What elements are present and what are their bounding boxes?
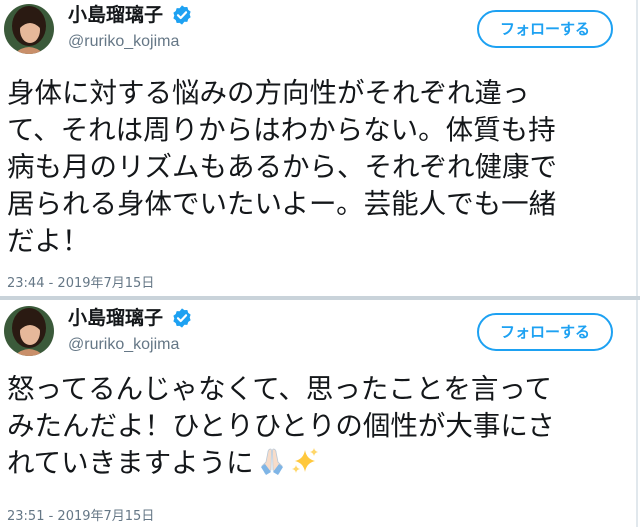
tweet-screenshot: 小島瑠璃子 @ruriko_kojima フォローする 身体に対する悩みの方向性… — [0, 0, 640, 527]
avatar[interactable] — [4, 4, 54, 54]
tweet-text-line: 病も月のリズムもあるから、それぞれ健康で — [7, 151, 557, 183]
verified-badge-icon — [171, 307, 193, 329]
tweet-text-line: て、それは周りからはわからない。体質も持 — [7, 114, 556, 146]
user-info: 小島瑠璃子 @ruriko_kojima — [68, 306, 193, 355]
folded-hands-icon — [257, 446, 287, 476]
follow-button[interactable]: フォローする — [477, 313, 613, 351]
tweet-text-line: みたんだよ！ひとりひとりの個性が大事にさ — [7, 410, 555, 442]
tweet-text-line: だよ！ — [7, 225, 90, 257]
tweet-text-line: 怒ってるんじゃなくて、思ったことを言って — [7, 373, 553, 405]
avatar[interactable] — [4, 306, 54, 356]
tweet-text-line: れていきますように — [7, 445, 637, 482]
tweet-text-line: 身体に対する悩みの方向性がそれぞれ違っ — [7, 77, 530, 109]
tweet-text-line: 居られる身体でいたいよー。芸能人でも一緒 — [7, 188, 557, 220]
user-handle[interactable]: @ruriko_kojima — [68, 335, 193, 355]
sparkles-icon — [290, 446, 320, 476]
display-name[interactable]: 小島瑠璃子 — [68, 306, 163, 330]
tweet-text: 身体に対する悩みの方向性がそれぞれ違っ て、それは周りからはわからない。体質も持… — [7, 75, 637, 260]
user-handle[interactable]: @ruriko_kojima — [68, 32, 193, 52]
tweet-timestamp[interactable]: 23:44 - 2019年7月15日 — [7, 276, 154, 292]
display-name[interactable]: 小島瑠璃子 — [68, 3, 163, 27]
follow-button[interactable]: フォローする — [477, 10, 613, 48]
tweet-text-segment: れていきますように — [7, 447, 254, 479]
tweet-timestamp[interactable]: 23:51 - 2019年7月15日 — [7, 509, 154, 525]
tweet-text: 怒ってるんじゃなくて、思ったことを言って みたんだよ！ひとりひとりの個性が大事に… — [7, 371, 637, 482]
tweet-card: 小島瑠璃子 @ruriko_kojima フォローする 怒ってるんじゃなくて、思… — [0, 300, 638, 527]
verified-badge-icon — [171, 4, 193, 26]
user-info: 小島瑠璃子 @ruriko_kojima — [68, 3, 193, 52]
tweet-card: 小島瑠璃子 @ruriko_kojima フォローする 身体に対する悩みの方向性… — [0, 0, 638, 296]
